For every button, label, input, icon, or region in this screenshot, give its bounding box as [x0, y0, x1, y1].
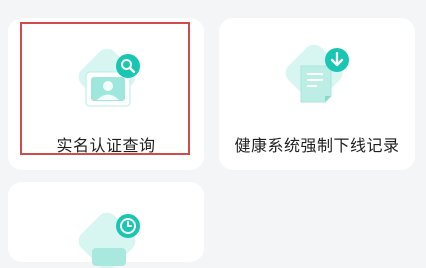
id-card-search-icon [78, 48, 140, 107]
service-card-real-name-verification[interactable]: 实名认证查询 [8, 18, 204, 170]
service-card-label: 实名认证查询 [56, 136, 156, 155]
clock-record-icon [78, 212, 140, 268]
service-card-health-forced-logout-record[interactable]: 健康系统强制下线记录 [219, 18, 415, 170]
service-card-label: 健康系统强制下线记录 [234, 136, 400, 155]
service-card-partial[interactable] [8, 182, 204, 268]
document-download-icon [285, 44, 349, 103]
